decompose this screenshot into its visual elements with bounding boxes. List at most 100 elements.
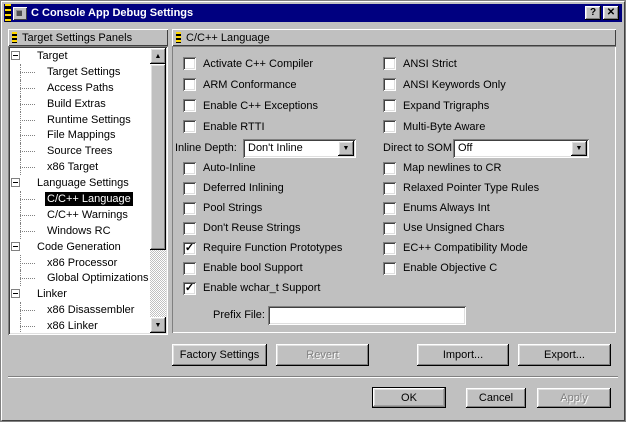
checkbox-row[interactable]: ✓ Enable bool Support [183,258,342,278]
checkbox-row[interactable]: ✓ Enable C++ Exceptions [183,95,318,116]
tree-item[interactable]: Access Paths [10,79,150,96]
checkbox[interactable]: ✓ [183,120,196,133]
chevron-down-icon[interactable]: ▼ [571,141,587,156]
tree-item[interactable]: x86 Disassembler [10,302,150,319]
tree-item[interactable]: Target [10,48,150,64]
settings-dialog: C Console App Debug Settings ? ✕ Target … [0,0,626,422]
checkbox[interactable]: ✓ [383,57,396,70]
tree-collapse-icon[interactable] [11,178,20,188]
checkbox-group-top-left: ✓ Activate C++ Compiler ✓ ARM Conformanc… [183,53,318,137]
tree-item-label: Access Paths [47,81,114,94]
import-button[interactable]: Import... [417,344,509,366]
tree-item[interactable]: File Mappings [10,127,150,144]
export-button[interactable]: Export... [518,344,611,366]
panel-stripe-icon [176,32,181,43]
close-button[interactable]: ✕ [603,6,619,20]
tree-item[interactable]: x86 Processor [10,254,150,271]
checkbox-label: Enable bool Support [203,262,303,274]
ok-button[interactable]: OK [372,387,446,408]
tree-panel-header: Target Settings Panels [8,29,168,46]
checkbox-label: ARM Conformance [203,78,297,91]
checkbox[interactable]: ✓ [383,120,396,133]
apply-button: Apply [537,388,611,408]
checkbox-row[interactable]: ✓ Enums Always Int [383,198,539,218]
checkbox-row[interactable]: ✓ Multi-Byte Aware [383,116,506,137]
checkbox-row[interactable]: ✓ Pool Strings [183,198,342,218]
checkbox-group-bottom-right: ✓ Map newlines to CR ✓ Relaxed Pointer T… [383,158,539,278]
checkbox[interactable]: ✓ [183,241,196,255]
tree-item[interactable]: C/C++ Language [10,191,150,207]
scrollbar-thumb[interactable] [150,64,166,250]
tree-item-label: Target [37,49,68,62]
checkbox-row[interactable]: ✓ Enable Objective C [383,258,539,278]
checkbox-row[interactable]: ✓ Require Function Prototypes [183,238,342,258]
checkbox-row[interactable]: ✓ ANSI Keywords Only [383,74,506,95]
tree-item[interactable]: Global Optimizations [10,270,150,287]
checkbox-label: Pool Strings [203,202,263,214]
help-button[interactable]: ? [585,6,601,20]
tree-item[interactable]: Windows RC [10,222,150,239]
checkbox[interactable]: ✓ [383,78,396,91]
titlebar[interactable]: C Console App Debug Settings ? ✕ [4,4,622,22]
tree-item[interactable]: Language Settings [10,175,150,191]
prefix-file-input[interactable] [268,306,466,325]
tree-item[interactable]: Linker [10,286,150,302]
checkbox[interactable]: ✓ [183,78,196,91]
tree-item[interactable]: Target Settings [10,63,150,80]
checkbox[interactable]: ✓ [383,261,396,275]
tree-item[interactable]: x86 Linker [10,318,150,333]
checkbox[interactable]: ✓ [383,241,396,255]
checkbox[interactable]: ✓ [183,281,196,295]
checkbox[interactable]: ✓ [383,99,396,112]
checkbox[interactable]: ✓ [383,161,396,175]
checkbox-row[interactable]: ✓ Expand Trigraphs [383,95,506,116]
checkbox[interactable]: ✓ [183,99,196,112]
tree-item[interactable]: Source Trees [10,143,150,160]
checkbox-row[interactable]: ✓ Enable RTTI [183,116,318,137]
tree-item[interactable]: Runtime Settings [10,111,150,128]
scrollbar-track[interactable] [150,250,166,317]
checkbox[interactable]: ✓ [383,201,396,215]
checkbox[interactable]: ✓ [383,221,396,235]
checkbox-label: Auto-Inline [203,162,256,174]
checkbox-row[interactable]: ✓ ARM Conformance [183,74,318,95]
factory-settings-button[interactable]: Factory Settings [172,344,267,366]
checkbox-row[interactable]: ✓ Use Unsigned Chars [383,218,539,238]
checkbox-row[interactable]: ✓ ANSI Strict [383,53,506,74]
scroll-up-icon[interactable]: ▲ [150,48,166,64]
tree-collapse-icon[interactable] [11,241,20,251]
checkbox-row[interactable]: ✓ Activate C++ Compiler [183,53,318,74]
checkbox-label: Use Unsigned Chars [403,222,505,234]
checkbox[interactable]: ✓ [183,57,196,70]
checkbox[interactable]: ✓ [183,221,196,235]
checkbox-label: Enable Objective C [403,262,498,274]
inline-depth-dropdown[interactable]: Don't Inline ▼ [243,139,356,158]
checkbox[interactable]: ✓ [183,181,196,195]
tree-item[interactable]: Build Extras [10,95,150,112]
checkbox-row[interactable]: ✓ Auto-Inline [183,158,342,178]
direct-to-som-dropdown[interactable]: Off ▼ [453,139,589,158]
checkbox-row[interactable]: ✓ EC++ Compatibility Mode [383,238,539,258]
checkbox-row[interactable]: ✓ Relaxed Pointer Type Rules [383,178,539,198]
tree-item[interactable]: C/C++ Warnings [10,206,150,223]
tree-items: Target Target Settings Access Paths Buil… [10,48,150,333]
checkbox-row[interactable]: ✓ Map newlines to CR [383,158,539,178]
checkbox[interactable]: ✓ [383,181,396,195]
checkbox-row[interactable]: ✓ Don't Reuse Strings [183,218,342,238]
checkbox[interactable]: ✓ [183,201,196,215]
direct-to-som-label: Direct to SOM: [383,142,456,154]
tree-item[interactable]: Code Generation [10,239,150,255]
tree-collapse-icon[interactable] [11,50,20,60]
checkbox[interactable]: ✓ [183,161,196,175]
tree-item[interactable]: x86 Target [10,159,150,176]
checkbox[interactable]: ✓ [183,261,196,275]
chevron-down-icon[interactable]: ▼ [338,141,354,156]
checkbox-label: Enums Always Int [403,202,490,214]
tree-item-label: Global Optimizations [47,272,149,285]
tree-collapse-icon[interactable] [11,289,20,299]
scroll-down-icon[interactable]: ▼ [150,317,166,333]
checkbox-row[interactable]: ✓ Deferred Inlining [183,178,342,198]
cancel-button[interactable]: Cancel [466,388,526,408]
checkbox-row[interactable]: ✓ Enable wchar_t Support [183,278,342,298]
checkbox-group-bottom-left: ✓ Auto-Inline ✓ Deferred Inlining ✓ Pool… [183,158,342,298]
